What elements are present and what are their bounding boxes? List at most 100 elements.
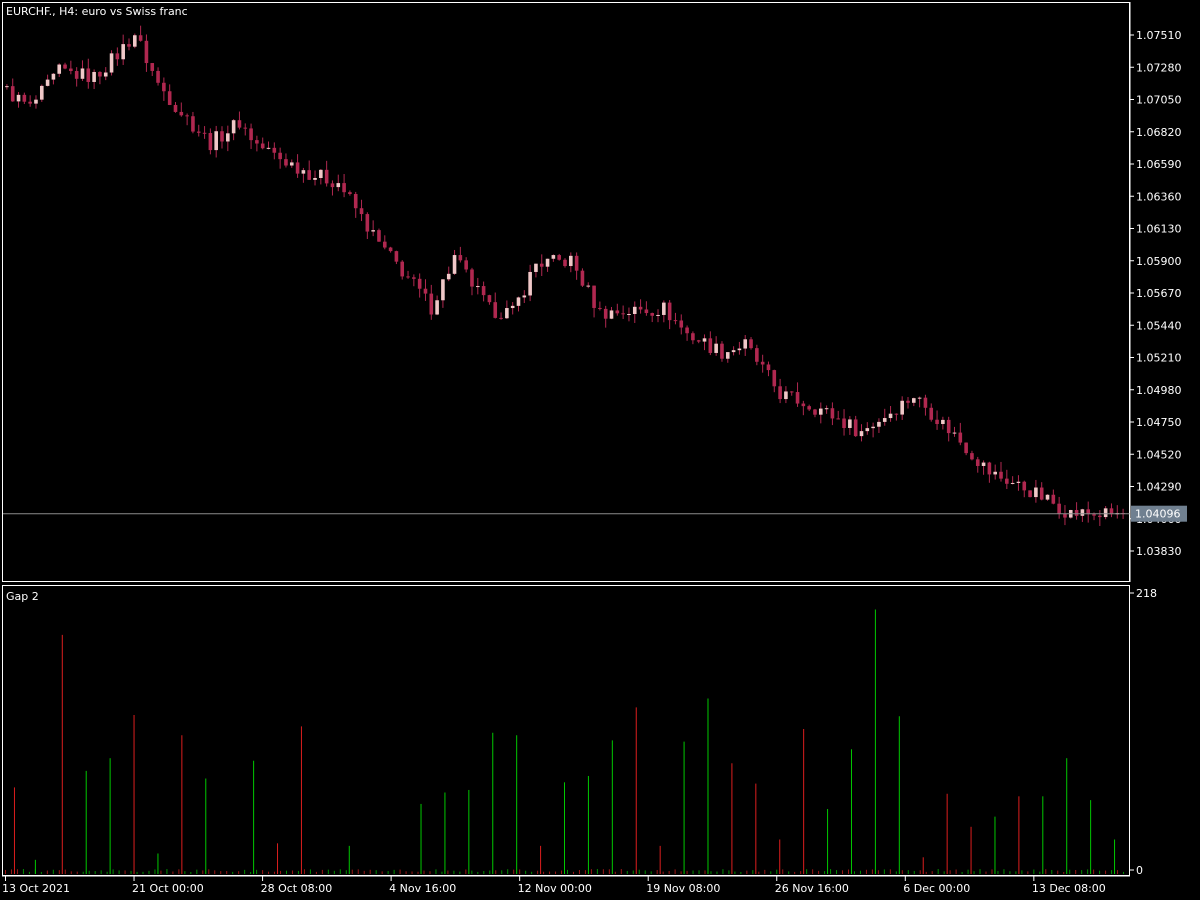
time-tick-label: 21 Oct 00:00 [132, 882, 204, 895]
candle [162, 77, 166, 101]
candle [615, 303, 620, 316]
candle [795, 382, 800, 407]
candle [1086, 501, 1091, 523]
main-chart-window[interactable]: EURCHF., H4: euro vs Swiss franc [2, 2, 1131, 582]
candle [138, 25, 143, 42]
candle [522, 290, 527, 304]
main-chart-frame [2, 2, 1130, 582]
candle [603, 305, 608, 328]
candle [516, 296, 521, 312]
candle [755, 344, 759, 366]
candle [255, 135, 259, 152]
candle [673, 312, 678, 325]
candle [382, 235, 387, 250]
candle [987, 461, 992, 483]
candle [16, 92, 21, 108]
candle [487, 294, 492, 305]
candle [598, 301, 602, 311]
candle [133, 33, 137, 49]
price-tick-label: 1.06590 [1136, 158, 1182, 171]
candle [150, 62, 155, 77]
price-tick-label: 1.07050 [1136, 94, 1182, 107]
candle [871, 422, 875, 438]
candlestick-series [5, 25, 1125, 526]
candle [917, 396, 922, 408]
candle [580, 268, 585, 287]
candle [371, 220, 375, 237]
candle [499, 312, 503, 320]
candle [417, 273, 422, 298]
candle [912, 397, 916, 407]
candle [249, 123, 253, 149]
candle [34, 95, 38, 109]
candle [272, 142, 277, 160]
candle [342, 174, 346, 198]
price-tick-label: 1.07510 [1136, 29, 1182, 42]
candle [789, 391, 794, 396]
candle [906, 397, 910, 409]
candle [946, 416, 951, 442]
time-axis[interactable]: 13 Oct 2021 21 Oct 00:00 28 Oct 08:00 4 Nov… [2, 875, 1130, 895]
candle [39, 84, 44, 102]
candle [348, 190, 352, 196]
candle [464, 257, 468, 273]
candle [45, 74, 50, 87]
time-tick-label: 6 Dec 00:00 [903, 882, 970, 895]
candle [865, 422, 870, 435]
price-tick-label: 1.07280 [1136, 61, 1182, 74]
candle [156, 67, 160, 86]
candle [714, 336, 718, 356]
candle [394, 250, 399, 265]
candle [400, 260, 405, 280]
indicator-label: Gap 2 [6, 590, 39, 603]
candle [1016, 475, 1021, 491]
candle [720, 341, 724, 362]
candle [481, 281, 486, 302]
candle [662, 300, 666, 323]
candle [894, 413, 899, 421]
candle [458, 246, 463, 263]
candle [307, 160, 312, 180]
candle [667, 300, 672, 330]
indicator-window[interactable]: Gap 2 218 0 [2, 585, 1158, 878]
candle [999, 461, 1003, 482]
candle [313, 170, 317, 186]
candle [853, 415, 858, 437]
candle [958, 422, 963, 446]
candle [696, 339, 701, 344]
candle [493, 292, 498, 319]
price-tick-label: 1.05670 [1136, 287, 1182, 300]
candle [638, 299, 643, 314]
candle [975, 456, 980, 473]
trading-terminal: EURCHF., H4: euro vs Swiss franc 1.07510… [2, 2, 1187, 895]
candle [743, 335, 748, 356]
candle [412, 274, 416, 287]
price-axis[interactable]: 1.07510 1.07280 1.07050 1.06820 1.06590 1.063… [1129, 2, 1182, 582]
candle [993, 464, 997, 480]
candle [1057, 496, 1061, 519]
candle [929, 403, 934, 422]
candle [185, 113, 189, 126]
candle [470, 267, 474, 296]
candle [1051, 489, 1056, 505]
candle [295, 154, 300, 178]
candle [691, 331, 695, 345]
candle [10, 78, 15, 102]
candle [214, 125, 218, 158]
price-tick-label: 1.04520 [1136, 448, 1182, 461]
time-tick-label: 19 Nov 08:00 [646, 882, 720, 895]
candle [1039, 482, 1044, 501]
candle [534, 263, 538, 278]
price-tick-label: 1.06130 [1136, 223, 1182, 236]
candle [127, 38, 131, 51]
candle [592, 285, 596, 318]
candle [1080, 508, 1085, 522]
candle [656, 309, 660, 323]
price-tick-label: 1.06360 [1136, 190, 1182, 203]
candle [435, 295, 439, 316]
candle [685, 325, 689, 341]
candle [952, 426, 957, 437]
candle [208, 128, 213, 155]
candle [784, 386, 788, 404]
price-tick-label: 1.04750 [1136, 416, 1182, 429]
